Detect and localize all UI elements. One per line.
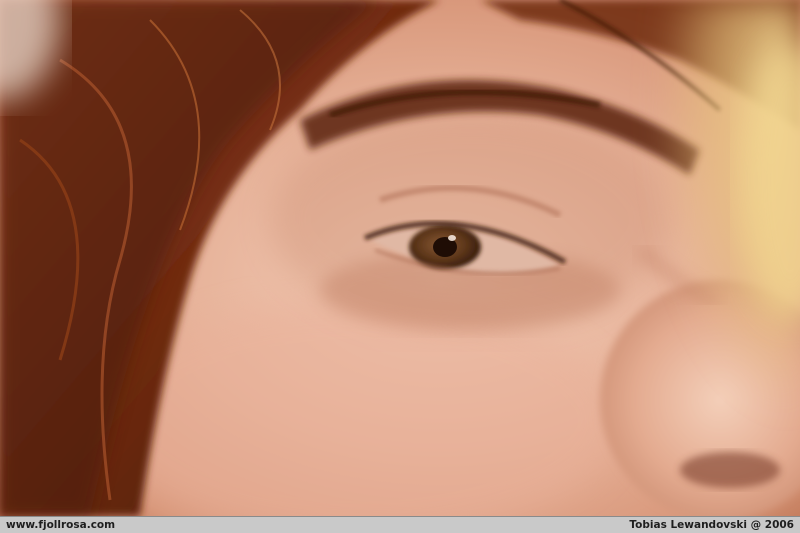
face-closeup-photo xyxy=(0,0,800,516)
photographer-credit: Tobias Lewandovski @ 2006 xyxy=(629,519,794,531)
website-credit: www.fjollrosa.com xyxy=(6,519,116,531)
face-illustration xyxy=(0,0,800,516)
photo-frame: www.fjollrosa.com Tobias Lewandovski @ 2… xyxy=(0,0,800,533)
photo-caption-bar: www.fjollrosa.com Tobias Lewandovski @ 2… xyxy=(0,516,800,533)
